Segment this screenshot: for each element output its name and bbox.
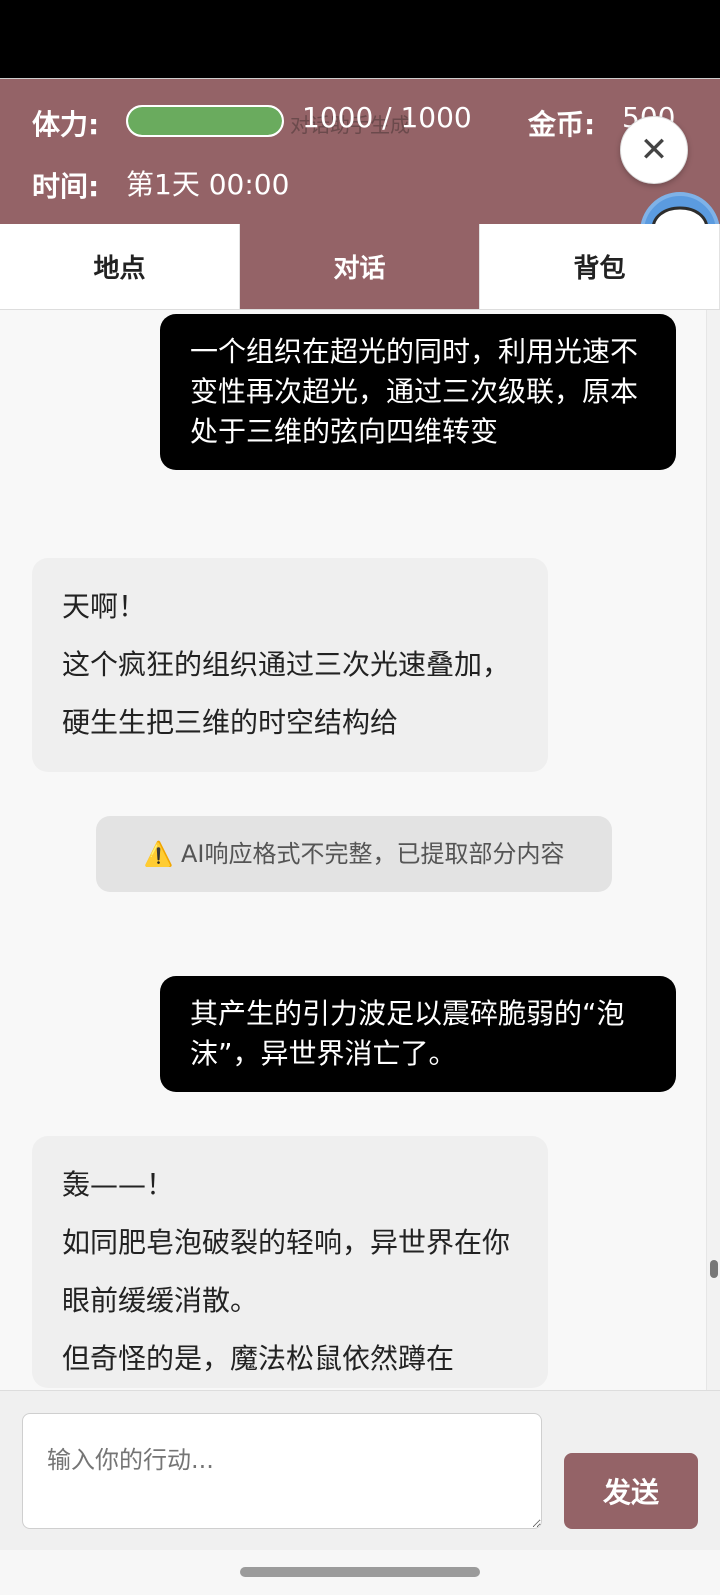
scrollbar-thumb[interactable] (710, 1260, 718, 1278)
chat-area: 一个组织在超光的同时，利用光速不变性再次超光，通过三次级联，原本处于三维的弦向四… (0, 310, 706, 1390)
ai-message: 天啊！ 这个疯狂的组织通过三次光速叠加，硬生生把三维的时空结构给 (32, 558, 548, 772)
stamina-value: 1000 / 1000 (302, 101, 472, 134)
tab-backpack[interactable]: 背包 (480, 224, 720, 309)
gesture-nav-handle[interactable] (240, 1567, 480, 1577)
chat-scrollbar[interactable] (706, 310, 720, 1390)
send-button[interactable]: 发送 (564, 1453, 698, 1529)
close-button[interactable]: ✕ (620, 116, 688, 184)
stats-header: 体力: 对话助手生成 1000 / 1000 金币: 500 时间: 第1天 0… (0, 78, 720, 224)
time-label: 时间: (32, 170, 100, 203)
user-message: 一个组织在超光的同时，利用光速不变性再次超光，通过三次级联，原本处于三维的弦向四… (160, 314, 676, 470)
stamina-label: 体力: (32, 108, 100, 141)
ai-message-line: 如同肥皂泡破裂的轻响，异世界在你眼前缓缓消散。 (62, 1226, 511, 1317)
status-bar (0, 0, 720, 78)
tab-dialogue[interactable]: 对话 (240, 224, 480, 309)
stamina-bar-fill (128, 107, 282, 135)
ai-message: 轰——！ 如同肥皂泡破裂的轻响，异世界在你眼前缓缓消散。 但奇怪的是，魔法松鼠依… (32, 1136, 548, 1388)
close-icon: ✕ (639, 130, 669, 170)
ai-message-line: 这个疯狂的组织通过三次光速叠加，硬生生把三维的时空结构给 (62, 648, 511, 739)
input-area: 发送 (0, 1390, 720, 1550)
user-message: 其产生的引力波足以震碎脆弱的“泡沫”，异世界消亡了。 (160, 976, 676, 1092)
system-warning: ⚠️ AI响应格式不完整，已提取部分内容 (96, 816, 612, 892)
gold-label: 金币: (528, 108, 596, 141)
ai-message-line: 天啊！ (62, 590, 147, 623)
tab-location[interactable]: 地点 (0, 224, 240, 309)
ai-message-line: 轰——！ (62, 1168, 175, 1201)
tab-bar: 地点 对话 背包 (0, 224, 720, 310)
ai-message-line: 但奇怪的是，魔法松鼠依然蹲在 (62, 1342, 455, 1375)
stamina-bar (126, 105, 284, 137)
action-input[interactable] (22, 1413, 542, 1529)
time-value: 第1天 00:00 (126, 168, 290, 201)
